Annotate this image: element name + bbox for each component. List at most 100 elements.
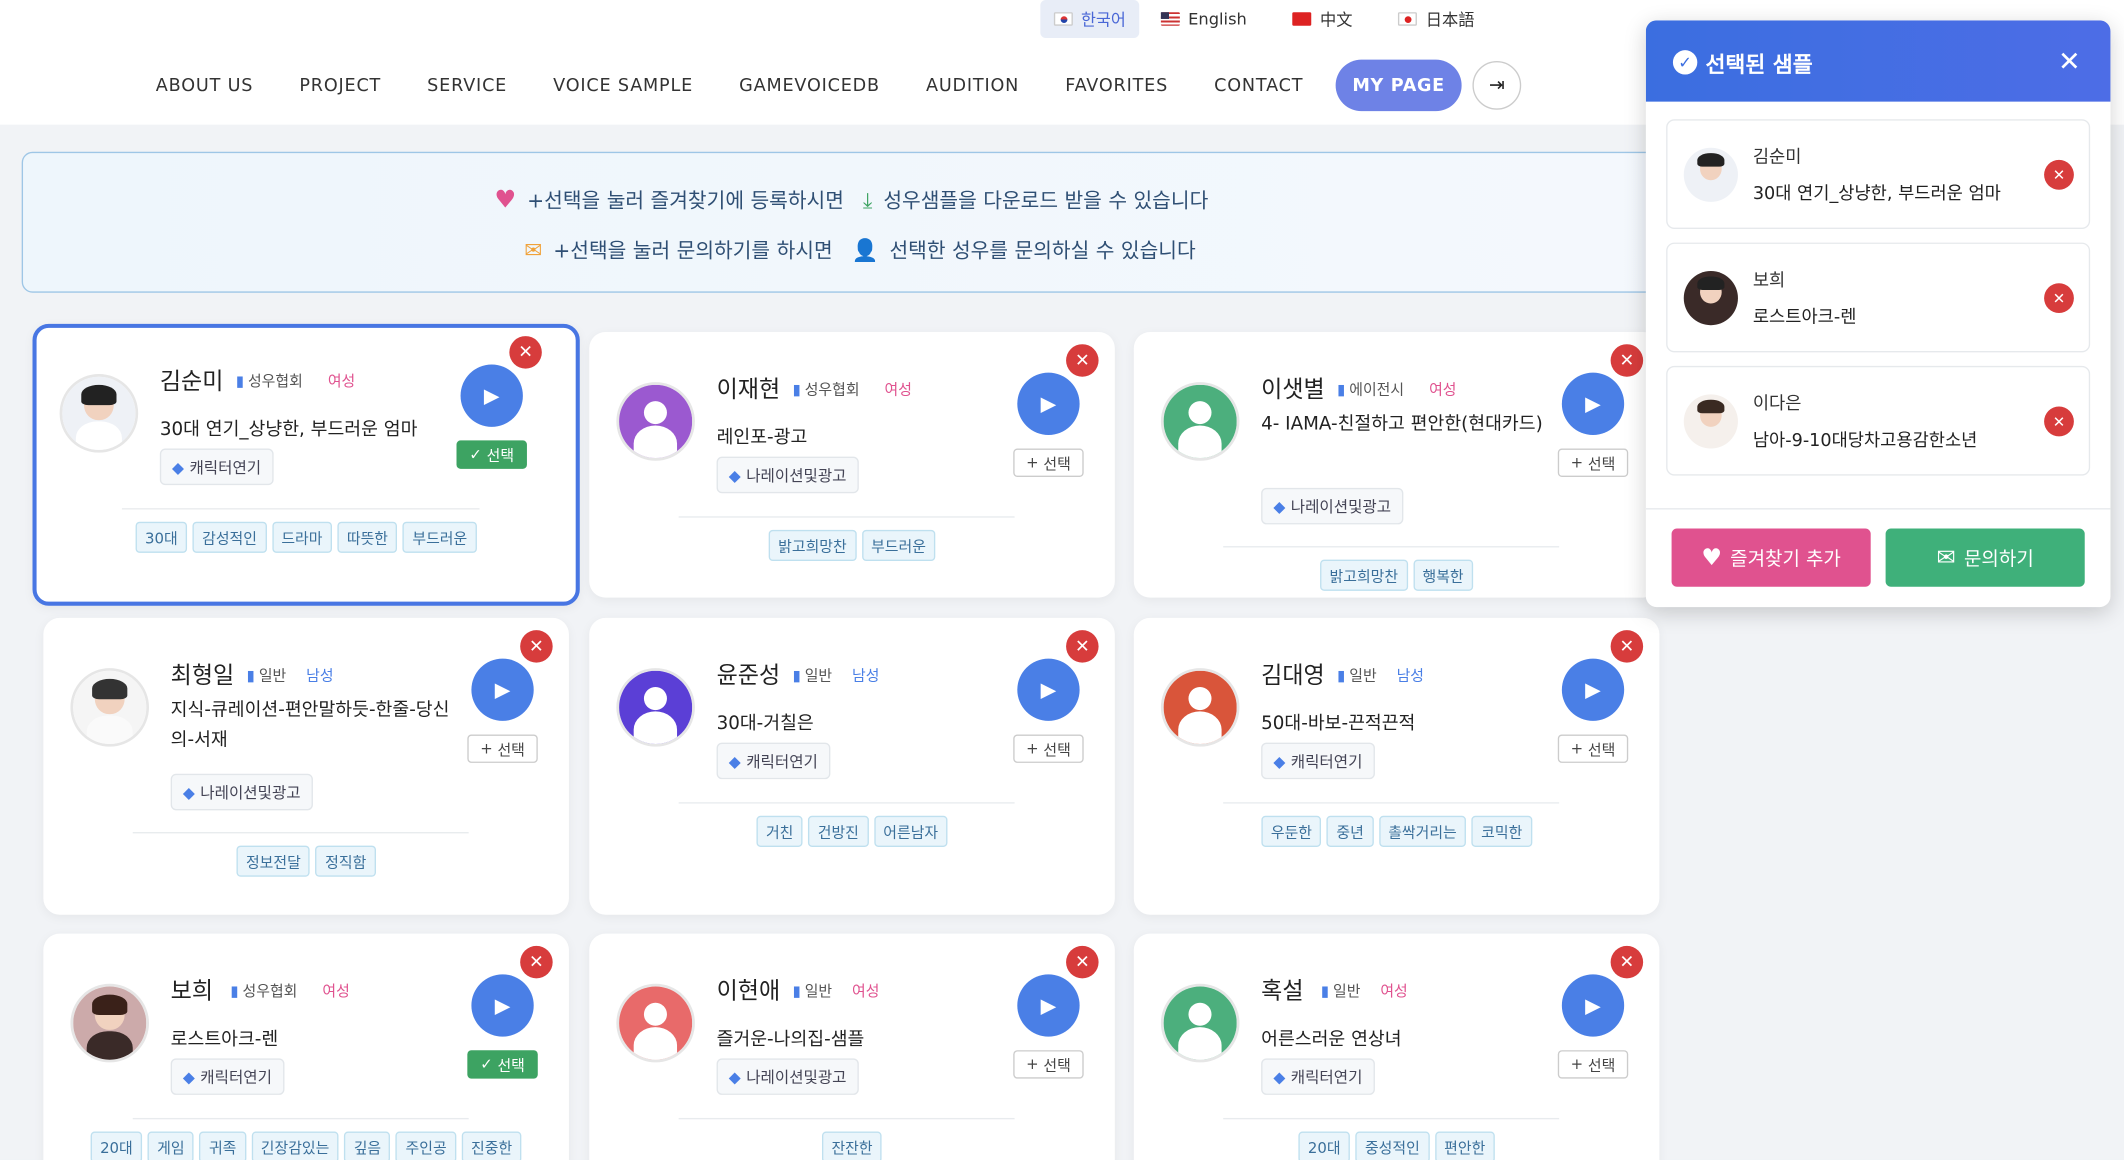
select-label: 선택 [1043, 740, 1071, 759]
category-badge[interactable]: ◆ 캐릭터연기 [170, 1058, 285, 1095]
remove-button[interactable]: ✕ [1610, 945, 1644, 979]
tag[interactable]: 부드러운 [402, 521, 477, 553]
tag[interactable]: 정보전달 [236, 845, 311, 877]
remove-button[interactable]: ✕ [1610, 630, 1644, 663]
voice-card[interactable]: 혹설 ▮ 일반 여성 어른스러운 연상녀 ◆ 캐릭터연기 ▶ ✕ + 선택 20대 중… [1133, 933, 1660, 1160]
lang-english[interactable]: English [1148, 0, 1261, 38]
select-button[interactable]: + 선택 [1013, 448, 1084, 477]
voice-card[interactable]: 이현애 ▮ 일반 여성 즐거운-나의집-샘플 ◆ 나레이션및광고 ▶ ✕ + 선택 … [589, 933, 1115, 1160]
panel-item-remove-button[interactable]: ✕ [2044, 283, 2074, 314]
voice-card[interactable]: 이재현 ▮ 성우협회 여성 레인포-광고 ◆ 나레이션및광고 ▶ ✕ + 선택 밝고… [589, 331, 1115, 598]
nav-favorites[interactable]: FAVORITES [1065, 75, 1168, 95]
add-favorite-button[interactable]: ♥ 즐겨찾기 추가 [1671, 528, 1871, 587]
select-button[interactable]: ✓ 선택 [467, 1050, 538, 1079]
tag[interactable]: 코믹한 [1471, 815, 1532, 847]
category-badge[interactable]: ◆ 나레이션및광고 [170, 773, 313, 811]
category-badge[interactable]: ◆ 나레이션및광고 [716, 1058, 859, 1095]
lang-korean[interactable]: 한국어 [1040, 0, 1140, 38]
tag[interactable]: 30대 [135, 521, 188, 553]
inquiry-button[interactable]: ✉ 문의하기 [1885, 528, 2085, 587]
remove-button[interactable]: ✕ [1610, 344, 1644, 377]
lang-chinese-label: 中文 [1320, 10, 1353, 30]
my-page-button[interactable]: MY PAGE [1335, 59, 1462, 112]
tag[interactable]: 주인공 [396, 1131, 457, 1160]
panel-item-remove-button[interactable]: ✕ [2044, 406, 2074, 437]
remove-button[interactable]: ✕ [520, 945, 553, 979]
play-button[interactable]: ▶ [460, 364, 523, 427]
select-button[interactable]: ✓ 선택 [456, 440, 527, 469]
play-button[interactable]: ▶ [1017, 658, 1080, 721]
tag[interactable]: 20대 [1298, 1131, 1351, 1160]
nav-contact[interactable]: CONTACT [1214, 75, 1303, 95]
play-icon: ▶ [1040, 391, 1057, 417]
play-button[interactable]: ▶ [1561, 974, 1625, 1037]
nav-about-us[interactable]: ABOUT US [156, 75, 254, 95]
tag[interactable]: 게임 [147, 1131, 195, 1160]
avatar-silhouette [1163, 384, 1237, 459]
voice-card[interactable]: 김순미 ▮ 성우협회 여성 30대 연기_상냥한, 부드러운 엄마 ◆ 캐릭터연기 … [32, 323, 580, 606]
nav-project[interactable]: PROJECT [299, 75, 381, 95]
play-button[interactable]: ▶ [471, 658, 534, 721]
category-badge[interactable]: ◆ 캐릭터연기 [716, 742, 831, 780]
nav-audition[interactable]: AUDITION [926, 75, 1019, 95]
voice-card[interactable]: 최형일 ▮ 일반 남성 지식-큐레이션-편안말하듯-한줄-당신의-서재 ◆ 나레이션… [43, 617, 569, 915]
lang-chinese[interactable]: 中文 [1279, 0, 1366, 38]
logout-button[interactable]: ⇥ [1472, 60, 1522, 110]
play-button[interactable]: ▶ [471, 974, 534, 1037]
tag[interactable]: 20대 [90, 1131, 143, 1160]
panel-item-remove-button[interactable]: ✕ [2044, 159, 2074, 190]
tag[interactable]: 긴장감있는 [251, 1131, 339, 1160]
sample-title: 4- IAMA-친절하고 편안한(현대카드) [1261, 413, 1543, 435]
tag[interactable]: 편안한 [1434, 1131, 1495, 1160]
nav-gamevoicedb[interactable]: GAMEVOICEDB [739, 75, 880, 95]
voice-card[interactable]: 보희 ▮ 성우협회 여성 로스트아크-렌 ◆ 캐릭터연기 ▶ ✕ ✓ 선택 20대 게… [43, 933, 569, 1160]
remove-button[interactable]: ✕ [1066, 630, 1099, 663]
category-badge[interactable]: ◆ 나레이션및광고 [1261, 487, 1404, 525]
remove-button[interactable]: ✕ [509, 336, 542, 369]
play-button[interactable]: ▶ [1561, 658, 1625, 721]
category-badge[interactable]: ◆ 캐릭터연기 [1261, 1058, 1375, 1095]
tag[interactable]: 건방진 [808, 815, 869, 847]
tag[interactable]: 중년 [1326, 815, 1374, 847]
nav-service[interactable]: SERVICE [427, 75, 507, 95]
remove-button[interactable]: ✕ [520, 630, 553, 663]
tag[interactable]: 드라마 [271, 521, 332, 553]
tag[interactable]: 우둔한 [1261, 815, 1322, 847]
category-label: 나레이션및광고 [1290, 496, 1392, 516]
select-button[interactable]: + 선택 [1557, 448, 1629, 477]
tag[interactable]: 감성적인 [192, 521, 267, 553]
tag[interactable]: 깊음 [344, 1131, 391, 1160]
tag[interactable]: 촐싹거리는 [1378, 815, 1467, 847]
tag[interactable]: 중성적인 [1355, 1131, 1430, 1160]
tag[interactable]: 밝고희망찬 [768, 529, 857, 562]
play-button[interactable]: ▶ [1561, 372, 1625, 435]
select-button[interactable]: + 선택 [1013, 734, 1084, 763]
tag[interactable]: 따뜻한 [337, 521, 398, 553]
select-button[interactable]: + 선택 [467, 734, 538, 763]
tag[interactable]: 거친 [756, 815, 803, 847]
play-button[interactable]: ▶ [1017, 372, 1080, 435]
tag[interactable]: 밝고희망찬 [1320, 559, 1408, 591]
lang-japanese[interactable]: 日本語 [1385, 0, 1488, 38]
remove-button[interactable]: ✕ [1066, 945, 1099, 979]
select-button[interactable]: + 선택 [1557, 734, 1629, 763]
tag[interactable]: 귀족 [199, 1131, 246, 1160]
select-button[interactable]: + 선택 [1557, 1050, 1629, 1079]
nav-voice-sample[interactable]: VOICE SAMPLE [553, 75, 693, 95]
category-badge[interactable]: ◆ 나레이션및광고 [716, 456, 859, 494]
remove-button[interactable]: ✕ [1066, 344, 1099, 377]
category-badge[interactable]: ◆ 캐릭터연기 [159, 448, 274, 486]
tag[interactable]: 진중한 [461, 1131, 522, 1160]
voice-card[interactable]: 이샛별 ▮ 에이전시 여성 4- IAMA-친절하고 편안한(현대카드) ◆ 나레이… [1133, 331, 1660, 598]
voice-card[interactable]: 김대영 ▮ 일반 남성 50대-바보-끈적끈적 ◆ 캐릭터연기 ▶ ✕ + 선택 우… [1133, 617, 1660, 915]
category-badge[interactable]: ◆ 캐릭터연기 [1261, 742, 1375, 780]
select-button[interactable]: + 선택 [1013, 1050, 1084, 1079]
tag[interactable]: 어른남자 [873, 815, 948, 847]
tag[interactable]: 행복한 [1413, 559, 1474, 591]
panel-close-button[interactable]: ✕ [2058, 45, 2081, 78]
play-button[interactable]: ▶ [1017, 974, 1080, 1037]
voice-card[interactable]: 윤준성 ▮ 일반 남성 30대-거칠은 ◆ 캐릭터연기 ▶ ✕ + 선택 거친 건방진… [589, 617, 1115, 915]
tag[interactable]: 잔잔한 [821, 1131, 883, 1160]
tag[interactable]: 부드러운 [861, 529, 936, 562]
tag[interactable]: 정직함 [315, 845, 376, 877]
